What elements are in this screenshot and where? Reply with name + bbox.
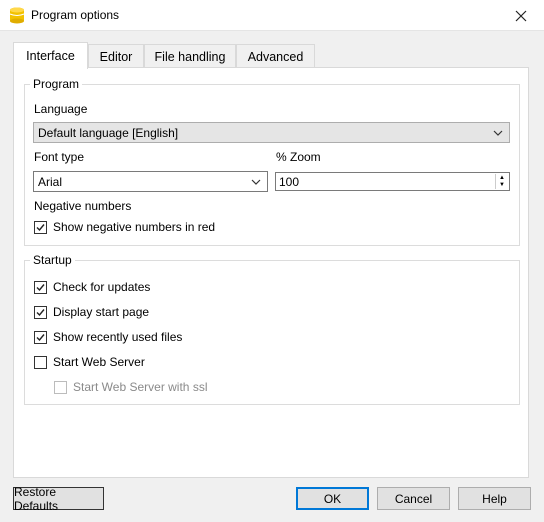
checkbox-checked-icon[interactable] — [34, 280, 47, 294]
font-type-select[interactable]: Arial — [33, 171, 268, 192]
spin-down-icon[interactable]: ▼ — [496, 182, 508, 190]
checkbox-checked-icon[interactable] — [34, 220, 47, 234]
start-web-server-ssl-checkbox: Start Web Server with ssl — [54, 380, 207, 394]
cancel-button[interactable]: Cancel — [377, 487, 450, 510]
program-group: Program Language Default language [Engli… — [24, 77, 520, 246]
button-label: OK — [323, 491, 342, 506]
checkbox-label: Start Web Server with ssl — [73, 380, 208, 394]
tab-label: Interface — [26, 49, 75, 63]
tab-file-handling[interactable]: File handling — [144, 44, 236, 68]
checkbox-label: Show recently used files — [53, 330, 183, 344]
tab-editor[interactable]: Editor — [88, 44, 144, 68]
checkbox-label: Check for updates — [53, 280, 151, 294]
tab-label: Advanced — [247, 49, 304, 64]
checkbox-checked-icon[interactable] — [34, 330, 47, 344]
ok-button[interactable]: OK — [296, 487, 369, 510]
program-legend: Program — [30, 77, 83, 91]
startup-legend: Startup — [30, 253, 75, 267]
spin-up-icon[interactable]: ▲ — [496, 174, 508, 182]
zoom-value: 100 — [279, 174, 300, 189]
language-label: Language — [34, 102, 88, 116]
start-web-server-checkbox[interactable]: Start Web Server — [34, 355, 145, 369]
restore-defaults-button[interactable]: Restore Defaults — [13, 484, 104, 513]
chevron-down-icon — [251, 179, 261, 185]
interface-panel: Program Language Default language [Engli… — [13, 67, 529, 478]
font-type-label: Font type — [34, 150, 85, 164]
zoom-spinner[interactable]: 100 ▲ ▼ — [275, 172, 510, 191]
tab-interface[interactable]: Interface — [13, 42, 88, 69]
display-start-page-checkbox[interactable]: Display start page — [34, 305, 149, 319]
close-button[interactable] — [498, 0, 544, 31]
tab-label: File handling — [154, 49, 226, 64]
font-type-value: Arial — [38, 174, 63, 189]
tab-label: Editor — [99, 49, 133, 64]
chevron-down-icon — [493, 130, 503, 136]
button-label: Cancel — [394, 491, 433, 506]
button-label: Restore Defaults — [14, 484, 59, 513]
check-for-updates-checkbox[interactable]: Check for updates — [34, 280, 150, 294]
button-label: Help — [482, 491, 507, 506]
database-cylinder-icon — [9, 7, 25, 24]
checkbox-label: Display start page — [53, 305, 150, 319]
zoom-spin-buttons[interactable]: ▲ ▼ — [495, 174, 508, 189]
show-negative-red-checkbox[interactable]: Show negative numbers in red — [34, 220, 215, 234]
checkbox-label: Start Web Server — [53, 355, 145, 369]
zoom-label: % Zoom — [276, 150, 321, 164]
language-select[interactable]: Default language [English] — [33, 122, 510, 143]
help-button[interactable]: Help — [458, 487, 531, 510]
tab-advanced[interactable]: Advanced — [236, 44, 315, 68]
language-value: Default language [English] — [38, 125, 179, 140]
title-bar: Program options — [0, 0, 544, 31]
negative-numbers-label: Negative numbers — [34, 199, 132, 213]
window-title: Program options — [31, 8, 120, 22]
checkbox-disabled-icon — [54, 380, 67, 394]
close-icon — [515, 10, 527, 21]
show-recent-files-checkbox[interactable]: Show recently used files — [34, 330, 182, 344]
checkbox-unchecked-icon[interactable] — [34, 355, 47, 369]
startup-group: Startup Check for updates Display start … — [24, 253, 520, 405]
checkbox-label: Show negative numbers in red — [53, 220, 216, 234]
checkbox-checked-icon[interactable] — [34, 305, 47, 319]
